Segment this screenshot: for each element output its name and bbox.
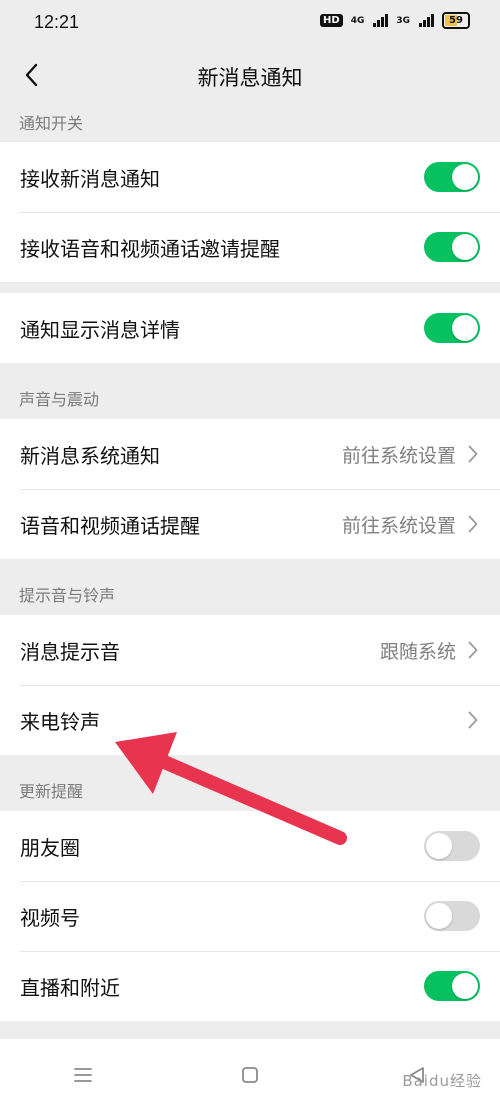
toggle-receive-new-message[interactable] [424, 162, 480, 192]
baidu-watermark: Baidu经验 [402, 1072, 482, 1090]
menu-button[interactable] [53, 1055, 113, 1095]
group-detail: 通知显示消息详情 [0, 293, 500, 363]
battery-icon: 59 [442, 12, 470, 29]
group-notify: 接收新消息通知 接收语音和视频通话邀请提醒 [0, 142, 500, 282]
toggle-moments[interactable] [424, 831, 480, 861]
row-label: 来电铃声 [20, 709, 100, 734]
toggle-knob [452, 973, 478, 999]
row-label: 新消息系统通知 [20, 443, 160, 468]
toggle-call-invite-reminder[interactable] [424, 232, 480, 262]
row-label: 语音和视频通话提醒 [20, 513, 200, 538]
hd-icon: HD [320, 14, 343, 27]
row-label: 朋友圈 [20, 835, 80, 860]
toggle-channels[interactable] [424, 901, 480, 931]
group-updates: 朋友圈 视频号 直播和附近 [0, 811, 500, 1021]
group-ringtone: 消息提示音 跟随系统 来电铃声 [0, 615, 500, 755]
menu-icon [74, 1068, 93, 1082]
signal-icon [373, 14, 389, 27]
toggle-knob [452, 164, 478, 190]
row-label: 接收语音和视频通话邀请提醒 [20, 236, 280, 261]
home-icon [242, 1067, 258, 1083]
section-header-sound: 声音与震动 [19, 390, 100, 409]
row-channels[interactable]: 视频号 [0, 881, 500, 951]
row-value: 前往系统设置 [341, 444, 456, 467]
section-header-notify: 通知开关 [19, 114, 84, 133]
row-show-message-details[interactable]: 通知显示消息详情 [0, 293, 500, 363]
row-label: 接收新消息通知 [20, 166, 160, 191]
network-type-3g: 3G [396, 15, 410, 26]
row-value: 前往系统设置 [341, 514, 456, 537]
network-type-4g: 4G [350, 15, 365, 26]
row-moments[interactable]: 朋友圈 [0, 811, 500, 881]
chevron-right-icon [466, 640, 480, 660]
group-sound: 新消息系统通知 前往系统设置 语音和视频通话提醒 前往系统设置 [0, 419, 500, 559]
toggle-knob [426, 903, 452, 929]
status-time: 12:21 [34, 12, 80, 32]
row-message-tone[interactable]: 消息提示音 跟随系统 [0, 615, 500, 685]
nav-bar: 新消息通知 [0, 44, 500, 106]
signal-icon-2 [419, 14, 434, 27]
home-button[interactable] [220, 1055, 280, 1095]
row-new-message-system-notify[interactable]: 新消息系统通知 前往系统设置 [0, 419, 500, 489]
toggle-knob [426, 833, 452, 859]
row-label: 消息提示音 [20, 639, 120, 664]
divider [0, 282, 500, 293]
page-title: 新消息通知 [197, 66, 303, 90]
row-value: 跟随系统 [379, 640, 456, 663]
section-header-ringtone: 提示音与铃声 [19, 586, 116, 605]
row-call-invite-reminder[interactable]: 接收语音和视频通话邀请提醒 [0, 212, 500, 282]
chevron-right-icon [466, 514, 480, 534]
row-incoming-ringtone[interactable]: 来电铃声 [0, 685, 500, 755]
row-label: 视频号 [20, 905, 80, 930]
section-header-updates: 更新提醒 [19, 782, 84, 801]
toggle-live-nearby[interactable] [424, 971, 480, 1001]
row-live-nearby[interactable]: 直播和附近 [0, 951, 500, 1021]
status-bar: 12:21 HD 4G 3G 59 [0, 0, 500, 44]
row-receive-new-message[interactable]: 接收新消息通知 [0, 142, 500, 212]
status-icons: HD 4G 3G 59 [320, 12, 470, 29]
toggle-knob [452, 234, 478, 260]
row-label: 通知显示消息详情 [20, 317, 180, 342]
row-call-reminder[interactable]: 语音和视频通话提醒 前往系统设置 [0, 489, 500, 559]
chevron-right-icon [466, 444, 480, 464]
toggle-show-message-details[interactable] [424, 313, 480, 343]
row-label: 直播和附近 [20, 975, 120, 1000]
battery-level: 59 [449, 15, 463, 26]
toggle-knob [452, 315, 478, 341]
chevron-right-icon [466, 710, 480, 730]
